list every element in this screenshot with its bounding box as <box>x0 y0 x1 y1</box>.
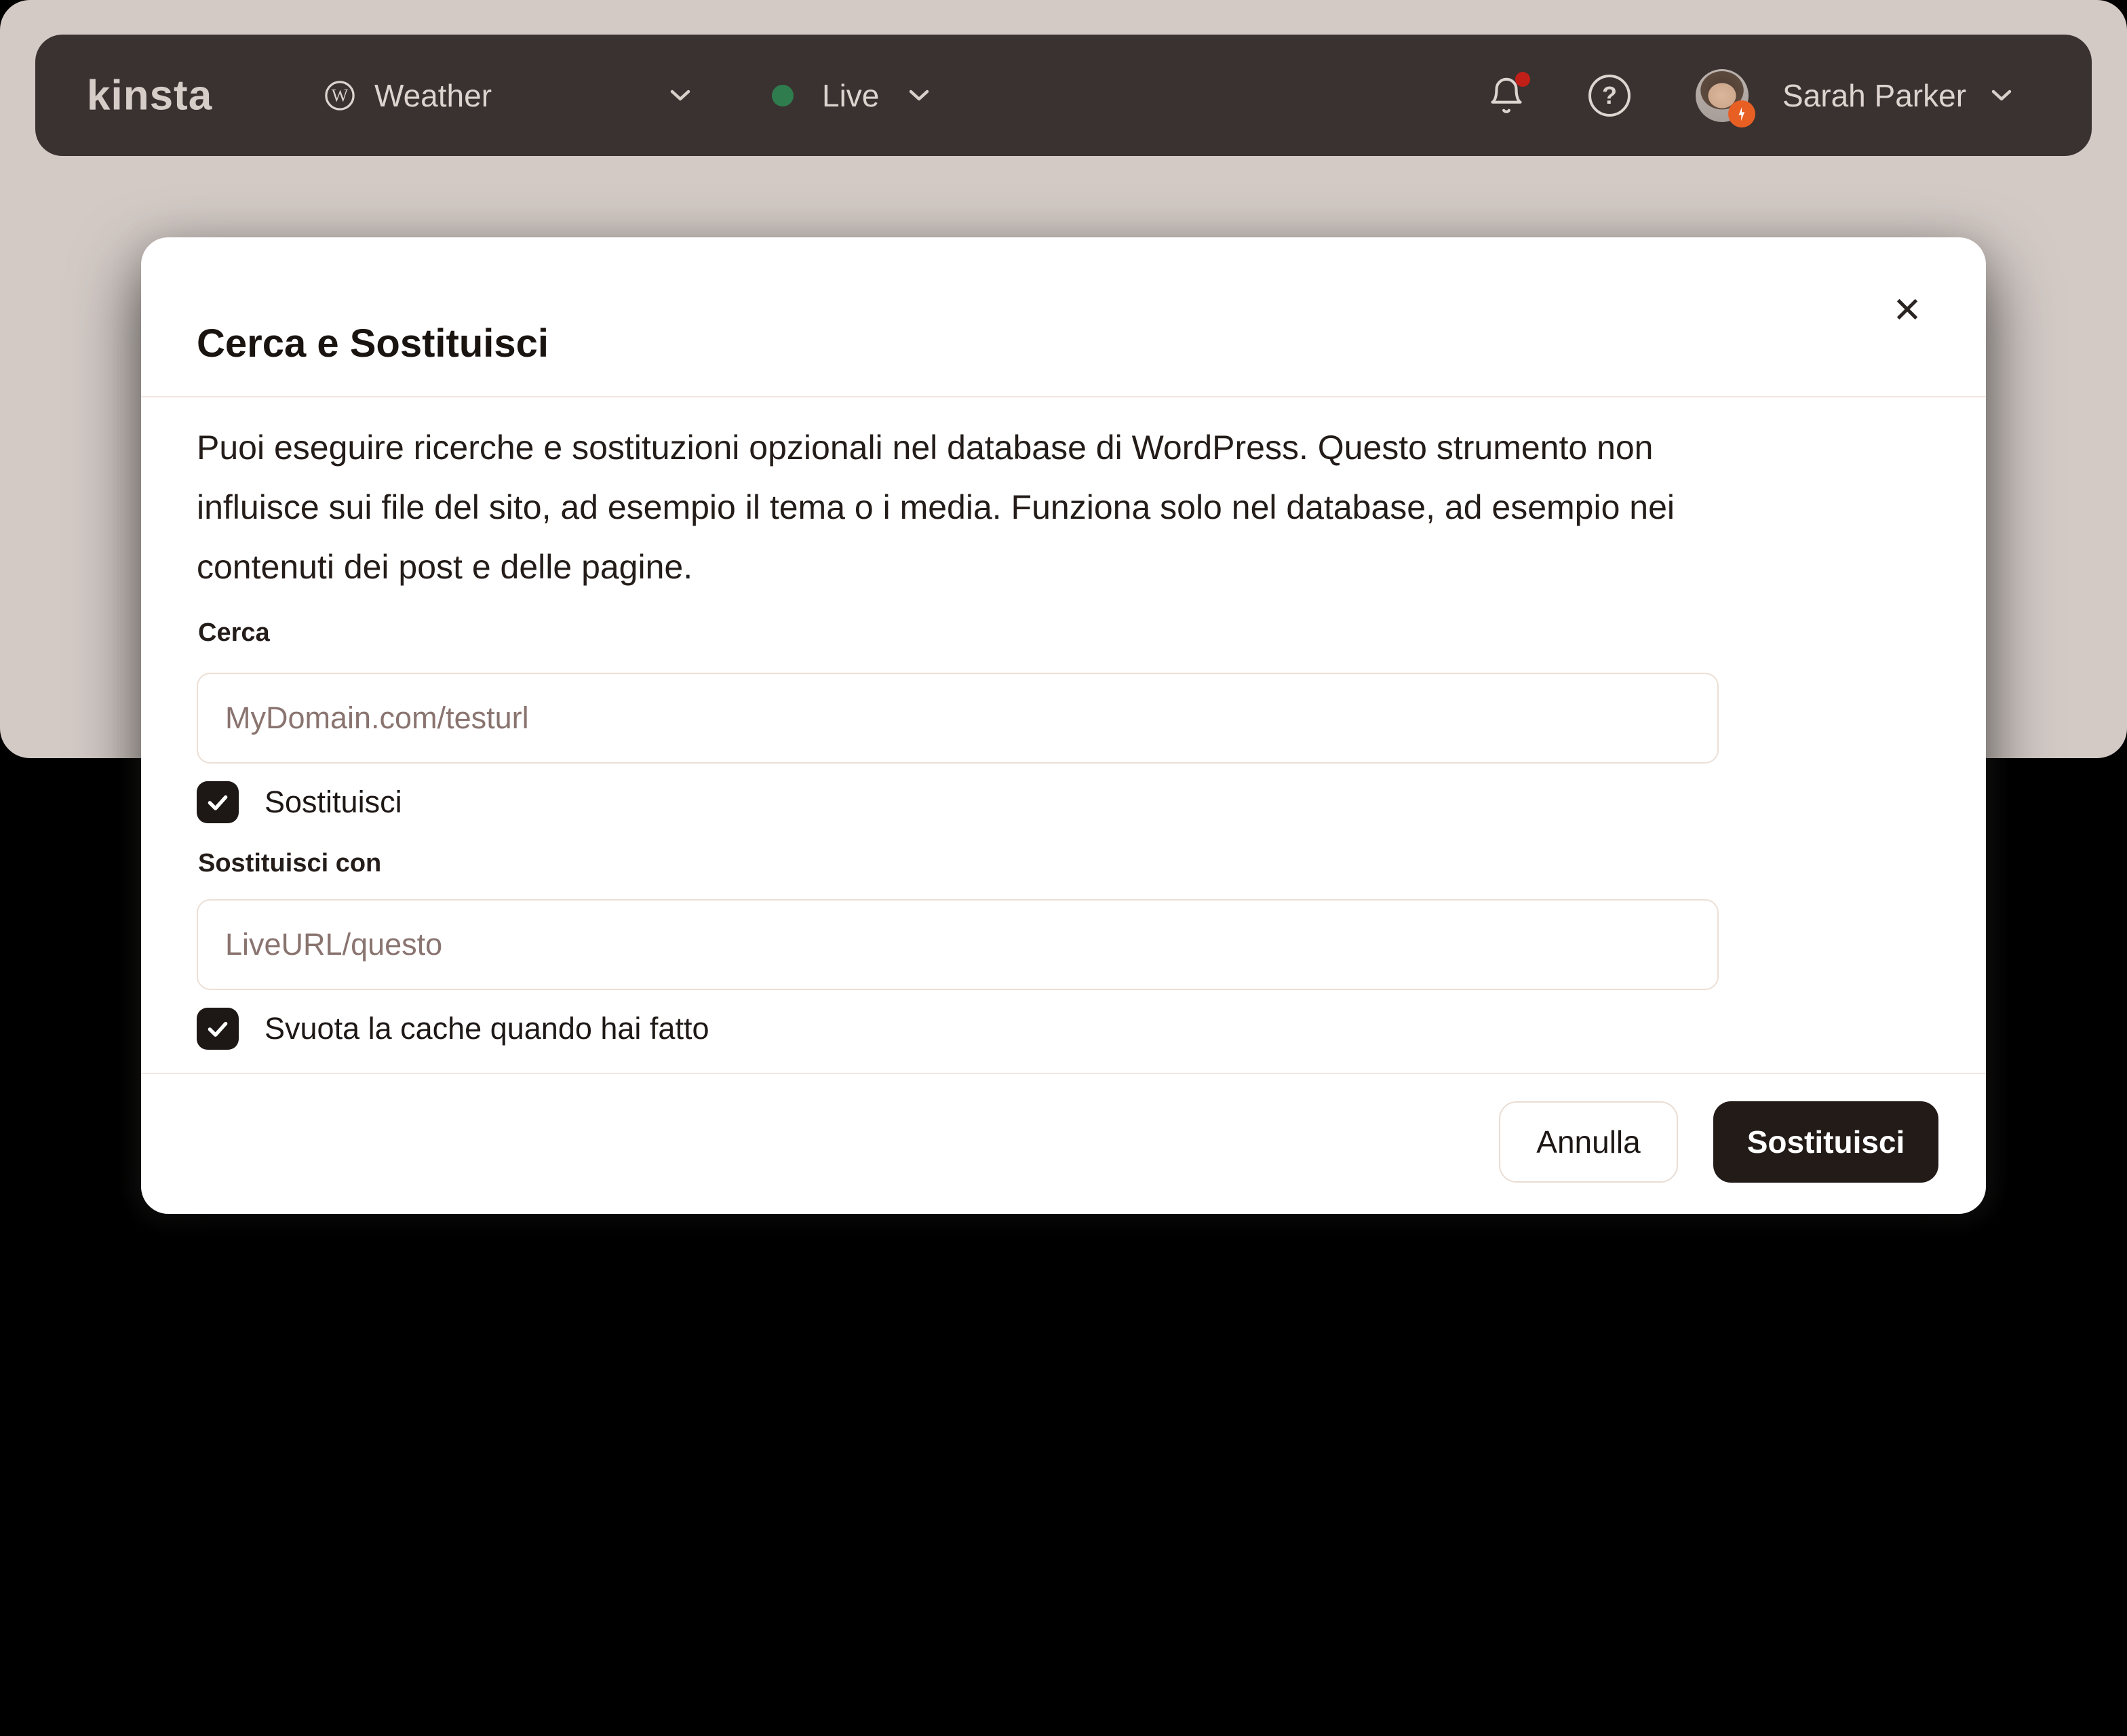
checkmark-icon <box>204 1015 231 1042</box>
cancel-button[interactable]: Annulla <box>1499 1101 1678 1183</box>
cache-checkbox-row: Svuota la cache quando hai fatto <box>197 1008 709 1050</box>
description-line: Puoi eseguire ricerche e sostituzioni op… <box>197 418 1675 477</box>
replace-checkbox-label: Sostituisci <box>265 781 402 823</box>
user-menu[interactable]: Sarah Parker <box>1782 77 1966 114</box>
submit-button[interactable]: Sostituisci <box>1713 1101 1938 1183</box>
chevron-down-icon[interactable] <box>1991 90 2012 102</box>
cache-checkbox-label: Svuota la cache quando hai fatto <box>265 1008 709 1050</box>
notification-badge <box>1515 72 1530 87</box>
avatar[interactable] <box>1696 69 1749 122</box>
chevron-down-icon[interactable] <box>909 90 929 102</box>
lightning-bolt-icon <box>1732 104 1751 123</box>
replace-checkbox-row: Sostituisci <box>197 781 402 823</box>
dialog-title: Cerca e Sostituisci <box>197 313 549 375</box>
replace-input[interactable] <box>197 899 1719 990</box>
notifications-button[interactable] <box>1487 75 1529 117</box>
search-replace-dialog: Cerca e Sostituisci ✕ Puoi eseguire rice… <box>141 237 1986 1214</box>
wordpress-icon: W <box>324 80 355 111</box>
environment-selector[interactable]: Live <box>822 77 879 114</box>
description-line: contenuti dei post e delle pagine. <box>197 537 1675 597</box>
question-mark-icon: ? <box>1602 81 1617 110</box>
replace-field-label: Sostituisci con <box>198 846 381 880</box>
footer-divider <box>141 1073 1986 1074</box>
site-selector[interactable]: Weather <box>374 77 492 114</box>
checkmark-icon <box>204 789 231 816</box>
search-input[interactable] <box>197 673 1719 764</box>
dialog-description: Puoi eseguire ricerche e sostituzioni op… <box>197 418 1675 597</box>
close-button[interactable]: ✕ <box>1887 290 1928 331</box>
help-button[interactable]: ? <box>1588 75 1631 117</box>
description-line: influisce sui file del sito, ad esempio … <box>197 477 1675 537</box>
chevron-down-icon[interactable] <box>670 90 690 102</box>
top-navbar: kinsta W Weather Live ? <box>35 35 2092 156</box>
live-status-dot <box>772 85 794 106</box>
wordpress-w-letter: W <box>332 85 349 105</box>
kinsta-logo: kinsta <box>87 71 212 119</box>
replace-checkbox[interactable] <box>197 781 239 823</box>
clear-cache-checkbox[interactable] <box>197 1008 239 1050</box>
header-divider <box>141 396 1986 397</box>
speed-badge <box>1728 100 1755 127</box>
search-field-label: Cerca <box>198 616 270 650</box>
app-canvas: kinsta W Weather Live ? <box>0 0 2127 1736</box>
